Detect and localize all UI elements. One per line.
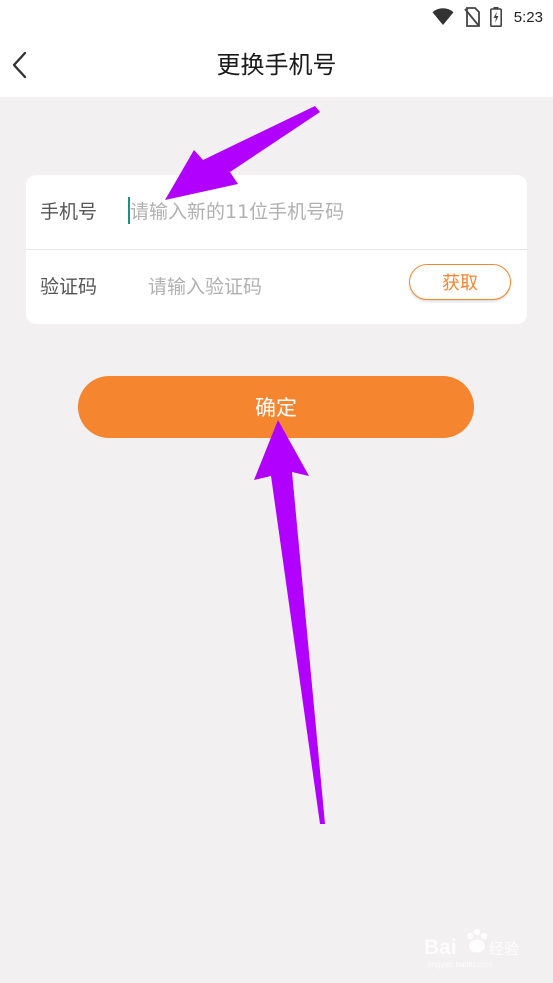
svg-text:jingyan.baidu.com: jingyan.baidu.com [427, 960, 493, 969]
form-card: 手机号 验证码 获取 [26, 175, 527, 324]
wifi-icon [432, 8, 454, 25]
confirm-button[interactable]: 确定 [78, 376, 474, 438]
annotation-arrow-to-confirm [254, 420, 325, 824]
code-label: 验证码 [40, 276, 98, 298]
phone-label: 手机号 [40, 201, 98, 223]
code-row: 验证码 获取 [26, 250, 527, 324]
annotation-overlay [165, 106, 325, 824]
battery-charging-icon [489, 7, 502, 27]
phone-input[interactable] [130, 193, 500, 231]
status-time: 5:23 [513, 8, 543, 26]
nav-bar: 更换手机号 [0, 34, 553, 97]
get-code-button[interactable]: 获取 [409, 264, 511, 300]
text-cursor [128, 197, 130, 224]
status-bar: 5:23 [0, 0, 553, 34]
no-sim-icon [464, 7, 480, 27]
page-title: 更换手机号 [216, 51, 337, 79]
phone-row: 手机号 [26, 175, 527, 249]
verification-code-input[interactable] [148, 268, 398, 306]
svg-text:Bai: Bai [424, 936, 457, 959]
svg-text:经验: 经验 [489, 941, 519, 958]
watermark-logo: Bai 经验 jingyan.baidu.com [424, 928, 519, 969]
status-icons: 5:23 [432, 6, 543, 28]
